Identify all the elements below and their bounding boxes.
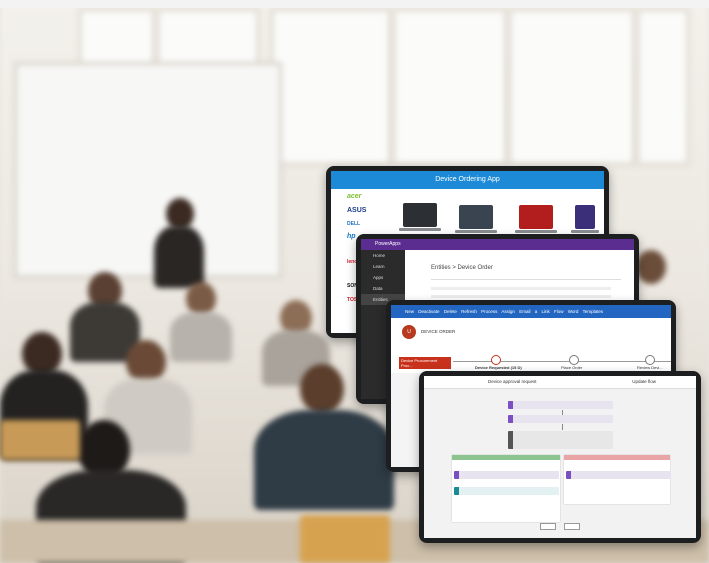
condition-step[interactable] xyxy=(508,431,613,449)
laptop-image[interactable] xyxy=(455,205,497,233)
audience-head xyxy=(186,282,216,316)
chair xyxy=(0,420,80,460)
flow-step[interactable] xyxy=(566,471,671,479)
save-button[interactable] xyxy=(564,523,580,530)
table-row[interactable] xyxy=(431,295,611,298)
flow-step[interactable] xyxy=(508,401,613,409)
top-border xyxy=(0,0,709,8)
record-avatar: U xyxy=(402,325,416,339)
brand-asus[interactable]: ASUS xyxy=(347,207,366,214)
laptop-image[interactable] xyxy=(571,205,599,233)
toolbar-process[interactable]: Process xyxy=(481,309,497,314)
chair xyxy=(300,515,390,563)
powerapps-title: PowerApps xyxy=(375,241,401,247)
sidebar-item-data[interactable]: Data xyxy=(361,283,405,294)
connector xyxy=(562,424,563,430)
window-pane xyxy=(508,8,636,166)
flow-step[interactable] xyxy=(454,487,559,495)
window-pane xyxy=(392,8,508,166)
brand-dell[interactable]: DELL xyxy=(347,221,360,227)
sidebar-item-home[interactable]: Home xyxy=(361,250,405,261)
whiteboard xyxy=(14,62,282,278)
toolbar-delete[interactable]: Delete xyxy=(444,309,457,314)
stage-marker[interactable] xyxy=(491,355,501,365)
toolbar-email-link[interactable]: Email a Link xyxy=(519,309,550,314)
stage-label: Place Order xyxy=(561,365,583,370)
presenter-body xyxy=(154,226,204,288)
window-pane xyxy=(636,8,690,166)
powerapps-header: PowerApps xyxy=(361,239,634,250)
brand-hp[interactable]: hp xyxy=(347,233,356,240)
window-pane xyxy=(270,8,392,166)
sidebar-item-learn[interactable]: Learn xyxy=(361,261,405,272)
tablet-flow: Device approval request Update flow xyxy=(419,371,701,543)
toolbar-word-templates[interactable]: Word Templates xyxy=(568,309,603,314)
brand-acer[interactable]: acer xyxy=(347,193,361,200)
process-line xyxy=(453,361,671,362)
app-title: Device Ordering App xyxy=(331,171,604,189)
stage-marker[interactable] xyxy=(569,355,579,365)
flow-screen: Device approval request Update flow xyxy=(424,376,696,538)
flow-name[interactable]: Device approval request xyxy=(488,379,537,384)
active-stage[interactable]: Device Procurement Proc... xyxy=(399,357,451,369)
laptop-image[interactable] xyxy=(515,205,557,233)
toolbar-refresh[interactable]: Refresh xyxy=(461,309,477,314)
command-bar: New Deactivate Delete Refresh Process As… xyxy=(391,305,671,318)
audience-body xyxy=(254,410,394,510)
flow-step[interactable] xyxy=(454,471,559,479)
toolbar-assign[interactable]: Assign xyxy=(501,309,515,314)
audience-head xyxy=(300,364,344,414)
laptop-image[interactable] xyxy=(399,203,441,231)
toolbar-flow[interactable]: Flow xyxy=(554,309,564,314)
stage-marker[interactable] xyxy=(645,355,655,365)
stage-label: Device Requested (15 D) xyxy=(475,365,522,370)
table-row[interactable] xyxy=(431,287,611,290)
audience-body xyxy=(170,312,232,362)
flow-canvas xyxy=(424,389,696,538)
record-title: DEVICE ORDER xyxy=(421,329,456,334)
flow-step[interactable] xyxy=(508,415,613,423)
branch-no xyxy=(564,455,670,504)
sidebar-item-apps[interactable]: Apps xyxy=(361,272,405,283)
flow-header: Device approval request Update flow xyxy=(424,376,696,389)
toolbar-deactivate[interactable]: Deactivate xyxy=(418,309,439,314)
toolbar-new[interactable]: New xyxy=(405,309,414,314)
stage-label: Review Devi... xyxy=(637,365,663,370)
divider xyxy=(431,279,621,280)
breadcrumb: Entities > Device Order xyxy=(431,265,493,271)
audience-head xyxy=(636,250,666,284)
update-flow-button[interactable]: Update flow xyxy=(632,379,656,384)
new-step-button[interactable] xyxy=(540,523,556,530)
